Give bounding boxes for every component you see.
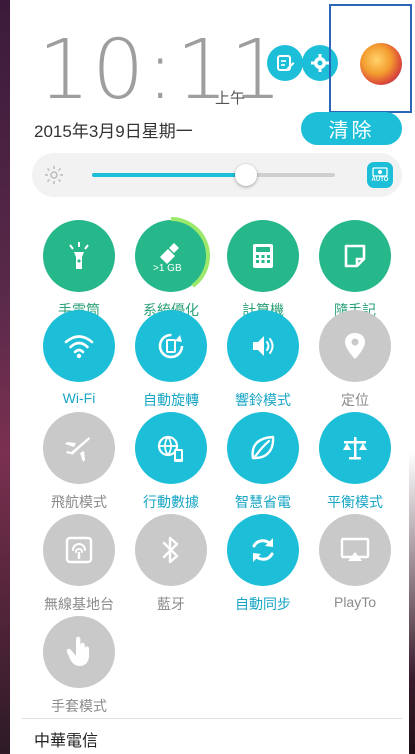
tile-leaf[interactable]: 智慧省電 xyxy=(218,412,308,512)
memory-usage-ring xyxy=(132,217,210,295)
tile-label: Wi-Fi xyxy=(62,390,96,406)
tile-balance[interactable]: 平衡模式 xyxy=(310,412,400,512)
hotspot-icon xyxy=(63,534,95,566)
tile-button[interactable] xyxy=(319,412,391,484)
tile-button[interactable] xyxy=(227,220,299,292)
date-label: 2015年3月9日星期一 xyxy=(34,122,193,141)
glove-icon xyxy=(63,634,95,670)
tile-button[interactable] xyxy=(227,514,299,586)
tile-button[interactable] xyxy=(43,310,115,382)
flashlight-icon xyxy=(62,239,96,273)
tile-label: 響鈴模式 xyxy=(235,392,291,408)
airplane-icon xyxy=(63,432,95,464)
tile-label: 定位 xyxy=(341,392,369,408)
volume-icon xyxy=(247,330,279,362)
memory-label: >1 GB xyxy=(153,263,182,274)
tile-button[interactable]: >1 GB xyxy=(132,217,210,295)
calculator-icon xyxy=(249,242,277,270)
tile-mobile-data[interactable]: 行動數據 xyxy=(126,412,216,512)
note-icon xyxy=(341,242,369,270)
auto-brightness-icon xyxy=(372,167,388,177)
tile-flashlight[interactable]: 手電筒 xyxy=(34,220,124,320)
wifi-icon xyxy=(62,332,96,360)
tile-button[interactable] xyxy=(319,220,391,292)
brightness-slider-fill xyxy=(92,173,246,177)
tile-label: 自動旋轉 xyxy=(143,392,199,408)
tile-hotspot[interactable]: 無線基地台 xyxy=(34,514,124,614)
tile-broom[interactable]: >1 GB系統優化 xyxy=(126,217,216,320)
auto-brightness-button[interactable]: AUTO xyxy=(367,162,393,188)
tile-button[interactable] xyxy=(135,412,207,484)
selection-highlight xyxy=(329,4,412,113)
auto-label: AUTO xyxy=(371,177,389,183)
edit-button[interactable] xyxy=(267,45,303,81)
clock-time: 10:11 xyxy=(38,23,285,118)
tile-rotate[interactable]: 自動旋轉 xyxy=(126,310,216,410)
tile-label: 飛航模式 xyxy=(51,494,107,510)
tile-label: 藍牙 xyxy=(157,596,185,612)
brightness-icon xyxy=(40,161,68,189)
tile-label: 自動同步 xyxy=(235,596,291,612)
tile-button[interactable] xyxy=(43,514,115,586)
bluetooth-icon xyxy=(158,534,184,566)
tile-glove[interactable]: 手套模式 xyxy=(34,616,124,716)
tile-button[interactable] xyxy=(43,616,115,688)
tile-label: 行動數據 xyxy=(143,494,199,510)
tile-label: PlayTo xyxy=(333,594,377,610)
clock-ampm: 上午 xyxy=(215,90,246,107)
brightness-slider-thumb[interactable] xyxy=(234,164,257,186)
tile-button[interactable] xyxy=(43,220,115,292)
leaf-icon xyxy=(247,432,279,464)
tile-airplane[interactable]: 飛航模式 xyxy=(34,412,124,512)
tile-bluetooth[interactable]: 藍牙 xyxy=(126,514,216,614)
sync-icon xyxy=(247,534,279,566)
tile-button[interactable] xyxy=(227,310,299,382)
tile-button[interactable] xyxy=(135,514,207,586)
location-icon xyxy=(342,331,368,361)
gear-icon xyxy=(311,54,329,72)
tile-label: 無線基地台 xyxy=(44,596,114,612)
tile-label: 平衡模式 xyxy=(327,494,383,510)
tile-button[interactable] xyxy=(319,310,391,382)
tile-button[interactable] xyxy=(43,412,115,484)
balance-icon xyxy=(339,432,371,464)
cast-icon xyxy=(339,534,371,566)
tile-label: 智慧省電 xyxy=(235,494,291,510)
tile-calculator[interactable]: 計算機 xyxy=(218,220,308,320)
tile-label: 手套模式 xyxy=(51,698,107,714)
tile-button[interactable] xyxy=(227,412,299,484)
edit-icon xyxy=(277,55,295,71)
wallpaper-edge-left xyxy=(0,0,10,754)
tile-cast[interactable]: PlayTo xyxy=(310,514,400,610)
tile-note[interactable]: 隨手記 xyxy=(310,220,400,320)
carrier-label: 中華電信 xyxy=(34,733,99,750)
clear-button[interactable]: 清除 xyxy=(301,112,402,145)
wallpaper-edge-right xyxy=(409,0,415,754)
tile-button[interactable] xyxy=(135,310,207,382)
tile-location[interactable]: 定位 xyxy=(310,310,400,410)
tile-volume[interactable]: 響鈴模式 xyxy=(218,310,308,410)
mobile-data-icon xyxy=(155,432,187,464)
tile-wifi[interactable]: Wi-Fi xyxy=(34,310,124,406)
rotate-icon xyxy=(155,330,187,362)
tile-sync[interactable]: 自動同步 xyxy=(218,514,308,614)
divider xyxy=(22,718,402,719)
tile-button[interactable] xyxy=(319,514,391,586)
